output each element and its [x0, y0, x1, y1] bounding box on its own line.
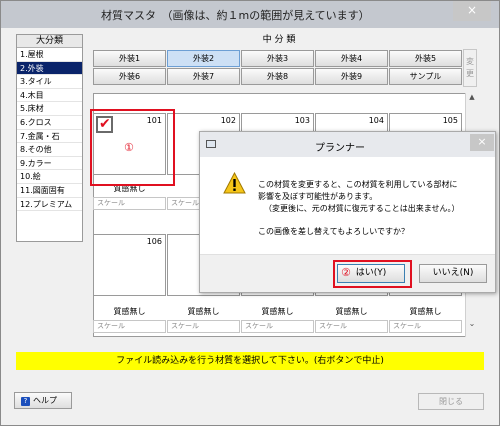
subcategory-button-exterior5[interactable]: 外装5 — [389, 50, 462, 67]
scroll-down-icon[interactable]: ⌄ — [466, 319, 478, 331]
subcategory-button-exterior3[interactable]: 外装3 — [241, 50, 314, 67]
material-scale: スケール — [241, 320, 314, 333]
subcategory-button-exterior4[interactable]: 外装4 — [315, 50, 388, 67]
material-number: 106 — [146, 237, 162, 246]
category-item-woodgrain[interactable]: 4.木目 — [17, 89, 82, 103]
close-button[interactable]: 閉じる — [418, 393, 484, 410]
material-number: 105 — [442, 116, 458, 125]
material-name: 質感無し — [261, 307, 294, 316]
material-scale: スケール — [93, 197, 166, 210]
material-number: 102 — [220, 116, 236, 125]
status-message: ファイル読み込みを行う材質を選択して下さい。(右ボタンで中止) — [16, 352, 484, 370]
material-scale: スケール — [167, 320, 240, 333]
category-item-metal-stone[interactable]: 7.金属・石 — [17, 130, 82, 144]
dialog-message-line-4: この画像を差し替えてもよろしいですか？ — [258, 227, 409, 236]
material-number: 103 — [294, 116, 310, 125]
subcategory-button-exterior8[interactable]: 外装8 — [241, 68, 314, 85]
subcategory-button-exterior1[interactable]: 外装1 — [93, 50, 166, 67]
material-scale: スケール — [93, 320, 166, 333]
category-list: 大分類 1.屋根 2.外装 3.タイル 4.木目 5.床材 6.クロス 7.金属… — [16, 34, 83, 242]
category-item-premium[interactable]: 12.プレミアム — [17, 198, 82, 212]
material-scale: スケール — [315, 320, 388, 333]
warning-icon — [223, 172, 246, 194]
dialog-title: プランナー — [315, 143, 365, 154]
dialog-message-line-3: （変更後に、元の材質に復元することは出来ません。） — [264, 204, 460, 213]
title-bar[interactable]: 材質マスタ （画像は、約１mの範囲が見えています） × — [1, 1, 499, 28]
category-item-cloth[interactable]: 6.クロス — [17, 116, 82, 130]
scroll-up-icon[interactable]: ▲ — [466, 93, 478, 105]
category-item-tile[interactable]: 3.タイル — [17, 75, 82, 89]
material-swatch[interactable]: 106 — [93, 234, 166, 296]
material-name: 質感無し — [187, 307, 220, 316]
no-button[interactable]: いいえ(N) — [419, 264, 487, 283]
subcategory-button-exterior9[interactable]: 外装9 — [315, 68, 388, 85]
subcategory-header: 中 分 類 — [262, 35, 296, 45]
dialog-message-line-1: この材質を変更すると、この材質を利用している部材に — [258, 180, 458, 189]
material-name: 質感無し — [409, 307, 442, 316]
category-item-color[interactable]: 9.カラー — [17, 157, 82, 171]
annotation-marker-2: ② — [341, 266, 351, 279]
window-close-button[interactable]: × — [453, 1, 491, 21]
category-item-flooring[interactable]: 5.床材 — [17, 102, 82, 116]
dialog-message-line-2: 影響を及ぼす可能性があります。 — [258, 192, 378, 201]
help-icon: ? — [21, 397, 30, 406]
category-item-picture[interactable]: 10.絵 — [17, 170, 82, 184]
category-item-drawing-specific[interactable]: 11.図面固有 — [17, 184, 82, 198]
subcategory-button-sample[interactable]: サンプル — [389, 68, 462, 85]
subcategory-button-exterior6[interactable]: 外装6 — [93, 68, 166, 85]
category-item-roof[interactable]: 1.屋根 — [17, 48, 82, 62]
help-button[interactable]: ? ヘルプ — [14, 392, 72, 409]
category-list-header: 大分類 — [17, 35, 82, 48]
category-item-exterior[interactable]: 2.外装 — [17, 61, 82, 76]
change-button[interactable]: 変更 — [463, 49, 477, 87]
dialog-close-button[interactable]: × — [470, 134, 494, 151]
category-item-other[interactable]: 8.その他 — [17, 143, 82, 157]
annotation-marker-1: ① — [124, 141, 134, 154]
material-scale: スケール — [389, 320, 462, 333]
subcategory-button-exterior7[interactable]: 外装7 — [167, 68, 240, 85]
material-name: 質感無し — [335, 307, 368, 316]
material-number: 104 — [368, 116, 384, 125]
subcategory-button-exterior2[interactable]: 外装2 — [167, 50, 240, 67]
help-button-label: ヘルプ — [33, 396, 57, 405]
material-name: 質感無し — [113, 307, 146, 316]
dialog-title-bar[interactable]: プランナー × — [200, 132, 495, 157]
window-title: 材質マスタ （画像は、約１mの範囲が見えています） — [101, 9, 370, 22]
